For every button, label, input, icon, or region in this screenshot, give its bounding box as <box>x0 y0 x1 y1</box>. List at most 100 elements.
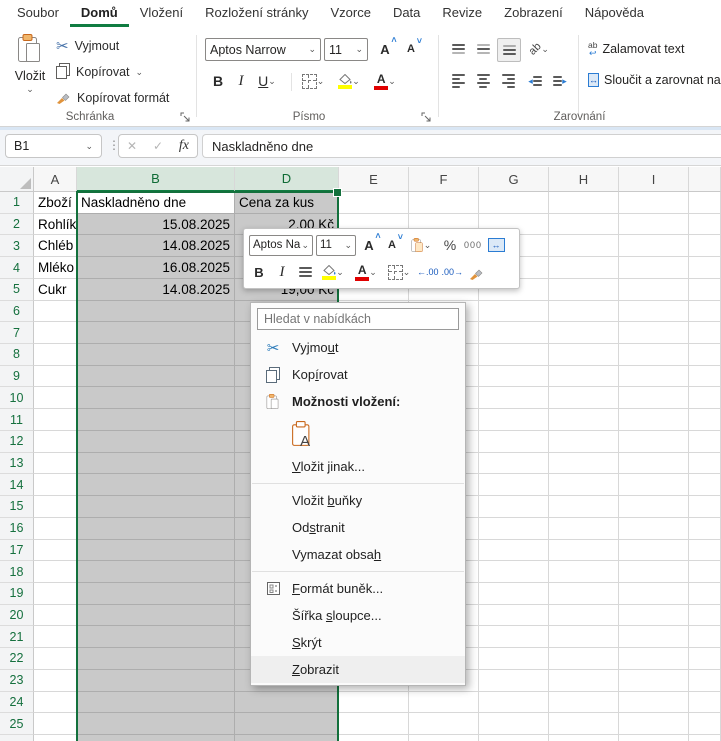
menu-item-paste-options[interactable]: Možnosti vložení: <box>251 388 465 415</box>
cell-B1[interactable]: Naskladněno dne <box>77 192 235 214</box>
cell-F24[interactable] <box>409 691 479 714</box>
cell-H10[interactable] <box>549 387 619 410</box>
cell-partial-13[interactable] <box>689 452 721 475</box>
cell-B17[interactable] <box>77 539 235 562</box>
cell-G9[interactable] <box>479 365 549 388</box>
cell-H21[interactable] <box>549 626 619 649</box>
cell-partial-24[interactable] <box>689 691 721 714</box>
paste-button[interactable]: Vložit ⌄ <box>8 34 52 114</box>
cell-A23[interactable] <box>34 669 77 692</box>
cell-B14[interactable] <box>77 474 235 497</box>
cell-A10[interactable] <box>34 387 77 410</box>
cell-partial-3[interactable] <box>689 235 721 258</box>
column-header-D[interactable]: D <box>235 167 339 192</box>
font-size-combo[interactable]: 11 ⌄ <box>324 38 368 61</box>
cancel-icon[interactable]: ✕ <box>127 139 137 153</box>
cell-B16[interactable] <box>77 517 235 540</box>
mini-format-painter-button[interactable] <box>466 261 486 283</box>
cell-G21[interactable] <box>479 626 549 649</box>
cell-H8[interactable] <box>549 344 619 366</box>
cell-G11[interactable] <box>479 409 549 431</box>
menu-item-format-cells[interactable]: Formát buněk... <box>251 575 465 602</box>
cell-A20[interactable] <box>34 604 77 627</box>
insert-function-icon[interactable]: fx <box>179 138 189 154</box>
cell-I12[interactable] <box>619 430 689 453</box>
menu-item-unhide[interactable]: Zobrazit <box>251 656 465 683</box>
cell-I6[interactable] <box>619 300 689 323</box>
merge-center-button[interactable]: ↔ Sloučit a zarovnat na s <box>588 73 721 87</box>
cell-G18[interactable] <box>479 561 549 583</box>
cell-G16[interactable] <box>479 517 549 540</box>
cell-partial-17[interactable] <box>689 539 721 562</box>
cell-H22[interactable] <box>549 648 619 670</box>
cell-H25[interactable] <box>549 713 619 735</box>
column-header-partial[interactable] <box>689 167 721 192</box>
cell-A9[interactable] <box>34 365 77 388</box>
cell-partial-15[interactable] <box>689 496 721 518</box>
cell-I11[interactable] <box>619 409 689 431</box>
cell-G13[interactable] <box>479 452 549 475</box>
increase-font-size-button[interactable]: A ˄ <box>374 35 396 60</box>
row-header-18[interactable]: 18 <box>0 561 34 583</box>
mini-align-button[interactable] <box>295 261 315 283</box>
cell-I26[interactable] <box>619 734 689 741</box>
mini-decrease-font-button[interactable]: A ˅ <box>382 232 403 256</box>
tab-vzorce[interactable]: Vzorce <box>319 1 381 27</box>
cell-partial-11[interactable] <box>689 409 721 431</box>
row-header-20[interactable]: 20 <box>0 604 34 627</box>
mini-italic-button[interactable]: I <box>272 261 292 283</box>
cell-A13[interactable] <box>34 452 77 475</box>
cell-partial-7[interactable] <box>689 322 721 345</box>
cell-I9[interactable] <box>619 365 689 388</box>
cell-I16[interactable] <box>619 517 689 540</box>
tab-domů[interactable]: Domů <box>69 1 129 27</box>
mini-font-name-combo[interactable]: Aptos Narrow⌄ <box>249 234 313 256</box>
cell-I10[interactable] <box>619 387 689 410</box>
tab-nápověda[interactable]: Nápověda <box>574 1 655 27</box>
cell-I1[interactable] <box>619 192 689 214</box>
mini-percent-style-button[interactable]: % <box>440 234 460 256</box>
cell-B2[interactable]: 15.08.2025 <box>77 213 235 236</box>
cell-I24[interactable] <box>619 691 689 714</box>
row-header-14[interactable]: 14 <box>0 474 34 497</box>
row-header-17[interactable]: 17 <box>0 539 34 562</box>
mini-comma-style-button[interactable]: 000 <box>463 234 483 256</box>
cell-A15[interactable] <box>34 496 77 518</box>
align-right-button[interactable] <box>497 70 519 92</box>
font-name-combo[interactable]: Aptos Narrow ⌄ <box>205 38 321 61</box>
mini-decrease-decimal-button[interactable]: .00→ <box>442 261 464 283</box>
row-header-9[interactable]: 9 <box>0 365 34 388</box>
cell-A8[interactable] <box>34 344 77 366</box>
decrease-indent-button[interactable]: ◂ <box>524 70 546 92</box>
tab-vložení[interactable]: Vložení <box>129 1 194 27</box>
mini-fill-color-button[interactable]: ⌄ <box>318 261 348 283</box>
cell-I13[interactable] <box>619 452 689 475</box>
cell-A16[interactable] <box>34 517 77 540</box>
borders-button[interactable]: ⌄ <box>298 70 328 92</box>
cell-H1[interactable] <box>549 192 619 214</box>
cell-partial-19[interactable] <box>689 582 721 605</box>
cell-partial-16[interactable] <box>689 517 721 540</box>
cell-B25[interactable] <box>77 713 235 735</box>
cell-G20[interactable] <box>479 604 549 627</box>
format-painter-button[interactable]: Kopírovat formát <box>56 87 169 109</box>
cell-G15[interactable] <box>479 496 549 518</box>
cell-H9[interactable] <box>549 365 619 388</box>
cell-B9[interactable] <box>77 365 235 388</box>
cell-A18[interactable] <box>34 561 77 583</box>
cell-B6[interactable] <box>77 300 235 323</box>
row-header-21[interactable]: 21 <box>0 626 34 649</box>
cell-I7[interactable] <box>619 322 689 345</box>
cell-B18[interactable] <box>77 561 235 583</box>
italic-button[interactable]: I <box>230 70 252 92</box>
fill-handle[interactable] <box>333 188 342 197</box>
cell-B3[interactable]: 14.08.2025 <box>77 235 235 258</box>
cell-I8[interactable] <box>619 344 689 366</box>
cell-partial-10[interactable] <box>689 387 721 410</box>
tab-data[interactable]: Data <box>382 1 431 27</box>
cell-A1[interactable]: Zboží <box>34 192 77 214</box>
row-header-1[interactable]: 1 <box>0 192 34 214</box>
enter-icon[interactable]: ✓ <box>153 139 163 153</box>
mini-font-size-combo[interactable]: 11 ⌄ <box>316 234 356 256</box>
cell-B24[interactable] <box>77 691 235 714</box>
